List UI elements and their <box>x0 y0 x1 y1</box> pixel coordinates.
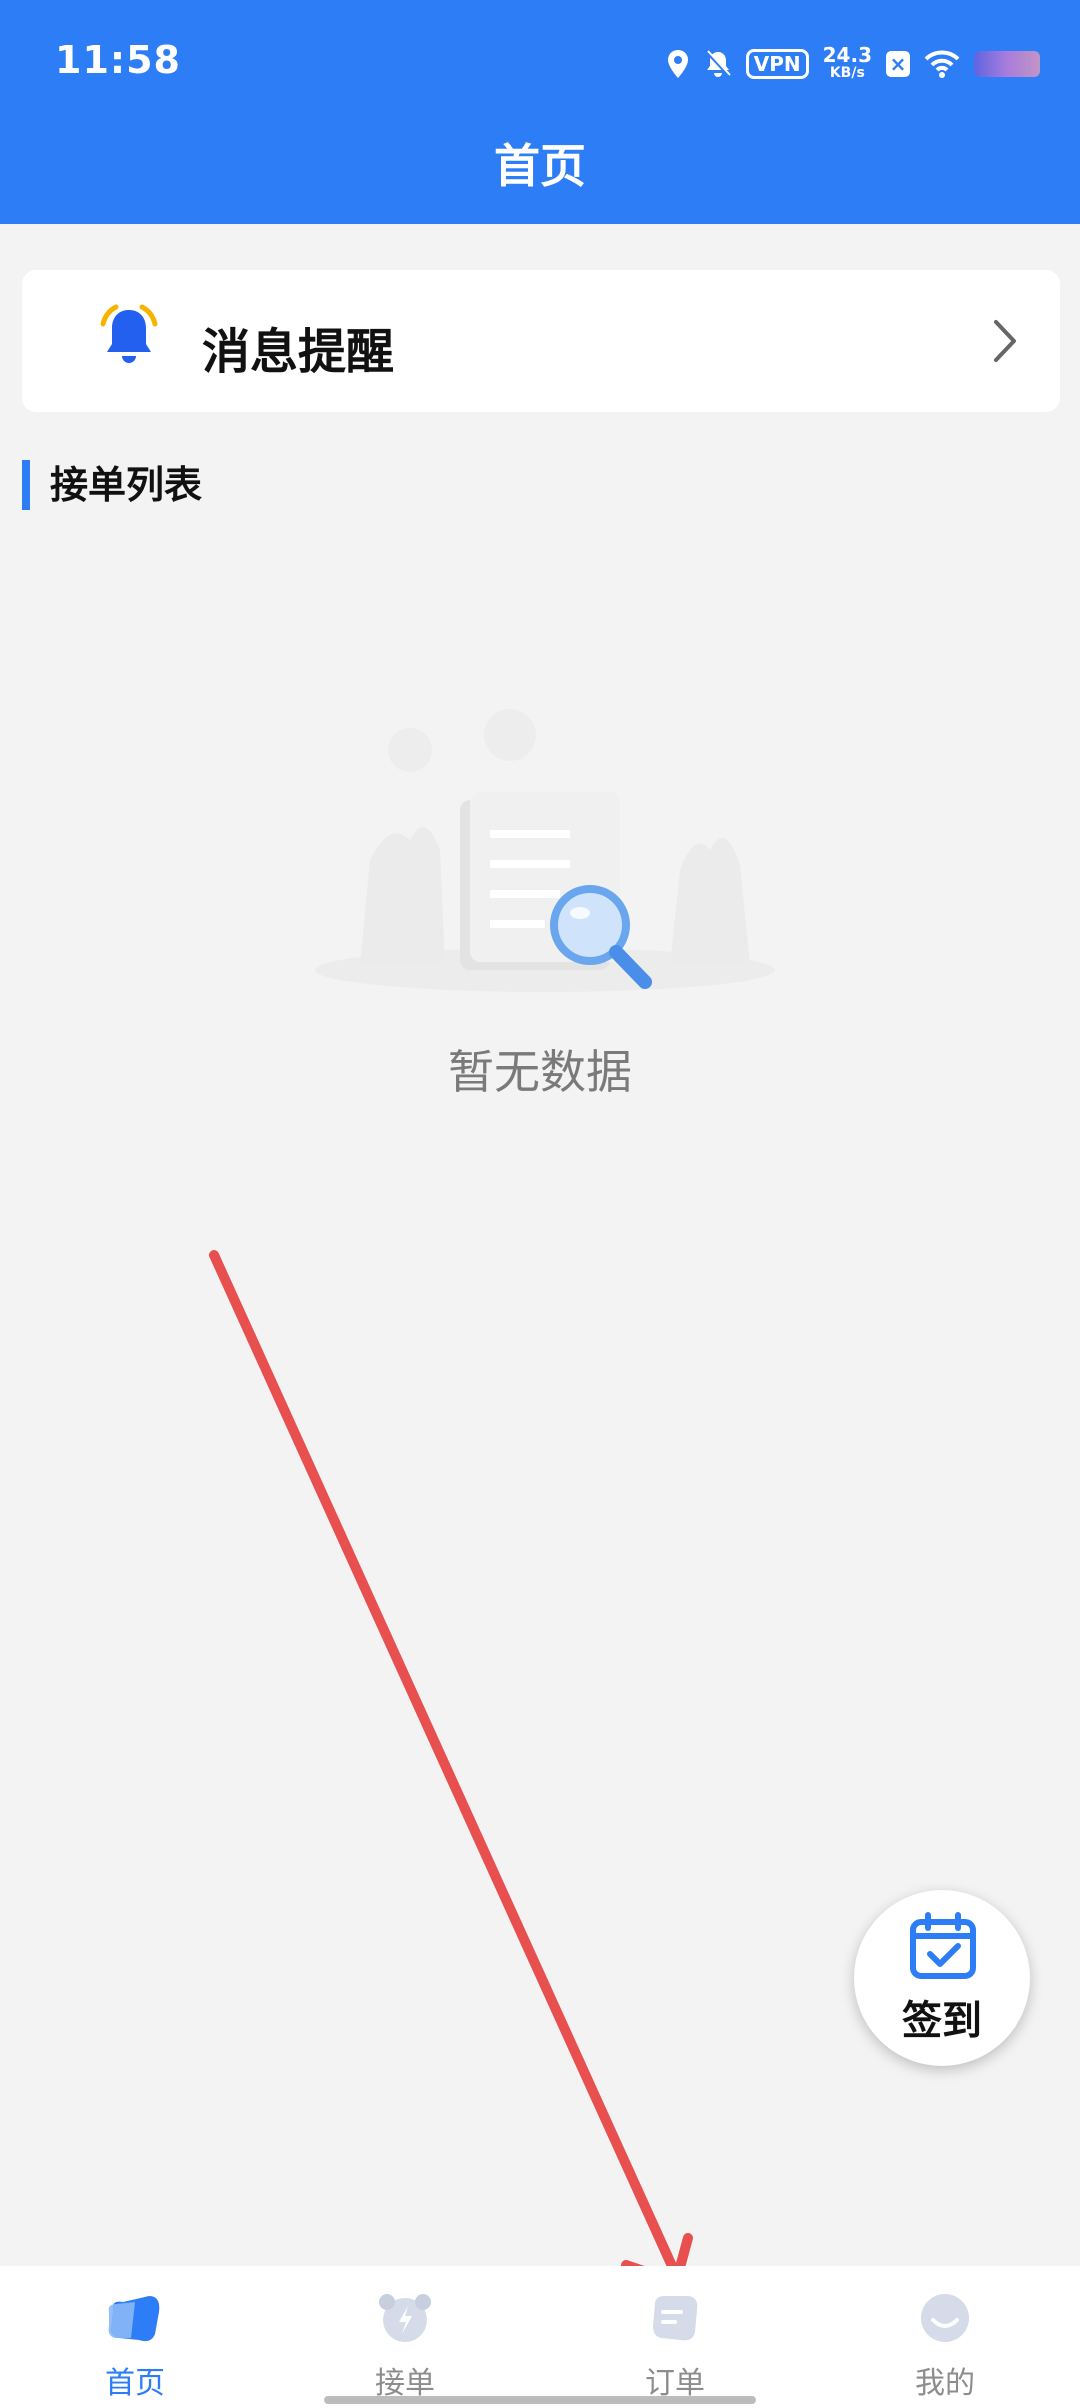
message-reminder-label: 消息提醒 <box>202 324 395 380</box>
bell-icon <box>100 304 158 363</box>
home-indicator[interactable] <box>324 2396 756 2404</box>
empty-state-text: 暂无数据 <box>448 1045 632 1099</box>
home-icon <box>108 2296 160 2342</box>
chevron-right-icon <box>994 320 1016 362</box>
bell-muted-icon <box>705 50 731 78</box>
status-time: 11:58 <box>55 38 181 82</box>
x-app-icon: × <box>886 51 910 77</box>
network-speed: 24.3 KB/s <box>822 43 872 82</box>
tab-mine[interactable]: 我的 <box>810 2266 1080 2408</box>
message-reminder-card[interactable]: 消息提醒 <box>22 270 1060 412</box>
vpn-badge: VPN <box>745 49 809 79</box>
order-list-section-title: 接单列表 <box>22 460 202 510</box>
battery-icon <box>974 51 1040 77</box>
tab-orders[interactable]: 订单 <box>540 2266 810 2408</box>
wifi-icon <box>924 50 960 78</box>
bottom-tab-bar: 首页 接单 订单 我的 <box>0 2266 1080 2408</box>
calendar-check-icon <box>910 1912 976 1979</box>
tab-grab-order[interactable]: 接单 <box>270 2266 540 2408</box>
order-icon <box>653 2296 698 2341</box>
speed-unit: KB/s <box>829 65 865 81</box>
profile-icon <box>921 2294 969 2342</box>
page-title: 首页 <box>494 139 586 193</box>
empty-state-illustration <box>315 709 775 992</box>
checkin-label: 签到 <box>902 1998 982 2044</box>
grab-order-icon <box>379 2294 431 2342</box>
speed-value: 24.3 <box>822 43 872 67</box>
location-icon <box>667 50 688 78</box>
status-icons: VPN 24.3 KB/s × <box>666 42 1040 86</box>
tab-home[interactable]: 首页 <box>0 2266 270 2408</box>
tab-home-label: 首页 <box>105 2366 165 2401</box>
app-header: 11:58 VPN 24.3 KB/s × 首页 <box>0 0 1080 224</box>
checkin-button[interactable]: 签到 <box>854 1890 1030 2066</box>
tab-mine-label: 我的 <box>915 2366 975 2401</box>
